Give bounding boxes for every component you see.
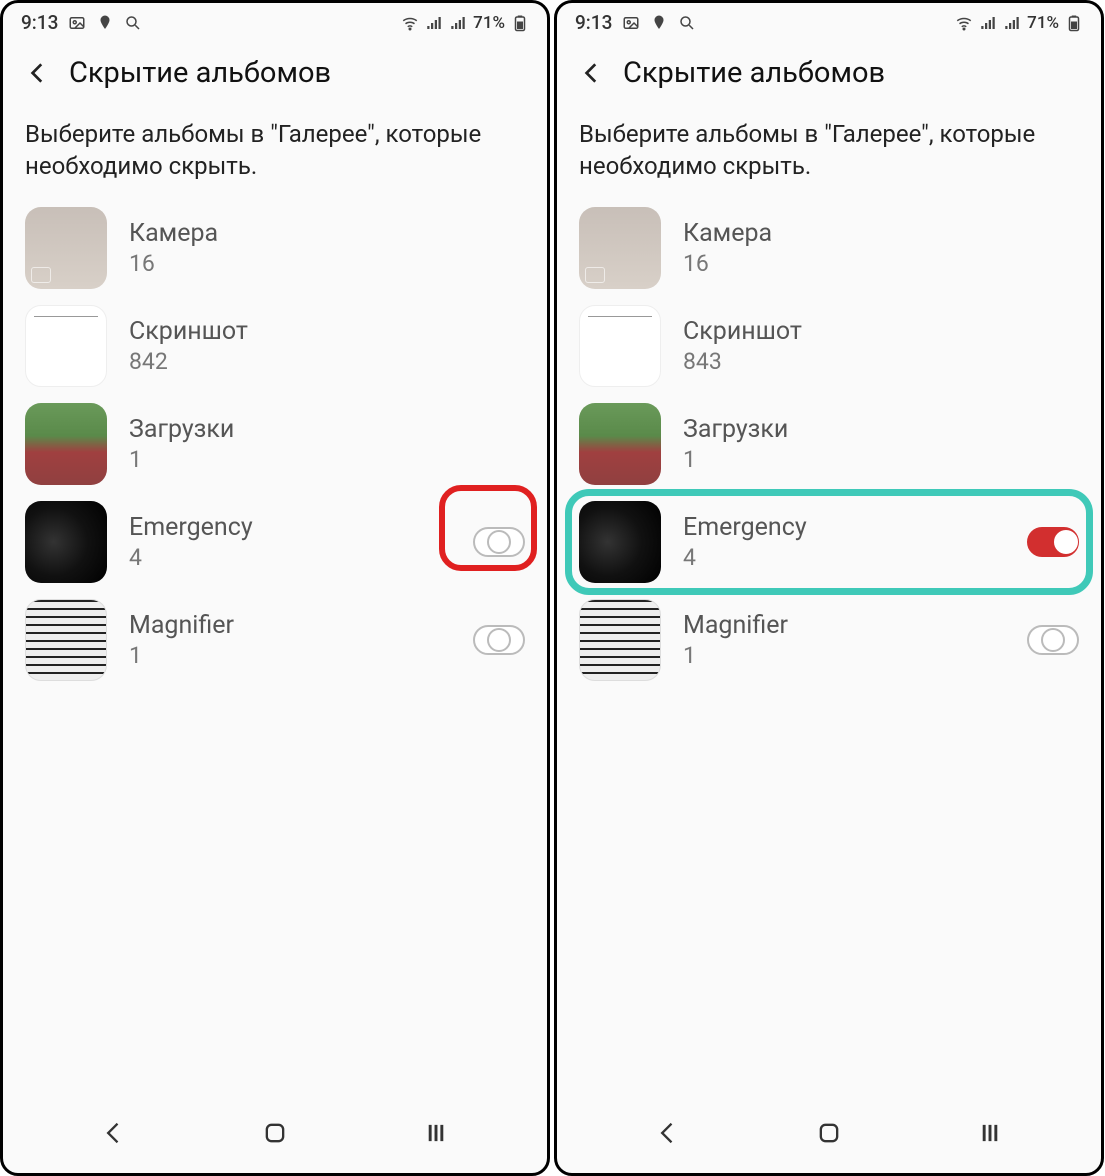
nav-recent-button[interactable]: [416, 1113, 456, 1153]
search-icon: [678, 14, 696, 32]
album-name: Скриншот: [129, 317, 525, 346]
album-count: 16: [129, 250, 525, 277]
album-count: 1: [683, 446, 1079, 473]
status-time: 9:13: [575, 11, 612, 34]
phone-screen-right: 9:13 71%: [554, 0, 1104, 1176]
nav-bar: [3, 1097, 547, 1173]
album-info: Скриншот843: [683, 317, 1079, 375]
album-count: 4: [683, 544, 1005, 571]
album-thumbnail: [25, 403, 107, 485]
battery-icon: [511, 14, 529, 32]
album-name: Загрузки: [683, 415, 1079, 444]
toggle-knob: [1054, 530, 1078, 554]
hide-toggle[interactable]: [1027, 527, 1079, 557]
page-subtitle: Выберите альбомы в "Галерее", которые не…: [3, 100, 547, 193]
album-count: 843: [683, 348, 1079, 375]
album-name: Emergency: [129, 513, 451, 542]
status-bar: 9:13 71%: [557, 3, 1101, 38]
album-thumbnail: [25, 599, 107, 681]
wifi-icon: [401, 14, 419, 32]
weather-icon: [96, 14, 114, 32]
nav-home-button[interactable]: [809, 1113, 849, 1153]
battery-icon: [1065, 14, 1083, 32]
album-thumbnail: [579, 403, 661, 485]
album-row[interactable]: Камера16: [557, 199, 1101, 297]
battery-percent: 71%: [473, 13, 505, 33]
album-row[interactable]: Камера16: [3, 199, 547, 297]
picture-icon: [622, 14, 640, 32]
battery-percent: 71%: [1027, 13, 1059, 33]
nav-back-button[interactable]: [94, 1113, 134, 1153]
weather-icon: [650, 14, 668, 32]
nav-back-button[interactable]: [648, 1113, 688, 1153]
album-row[interactable]: Magnifier1: [557, 591, 1101, 689]
album-info: Камера16: [129, 219, 525, 277]
album-row[interactable]: Emergency4: [557, 493, 1101, 591]
back-button[interactable]: [25, 60, 51, 86]
album-thumbnail: [579, 207, 661, 289]
album-thumbnail: [25, 305, 107, 387]
album-name: Камера: [683, 219, 1079, 248]
phone-screen-left: 9:13 71%: [0, 0, 550, 1176]
toggle-knob: [487, 530, 511, 554]
album-name: Камера: [129, 219, 525, 248]
album-row[interactable]: Скриншот842: [3, 297, 547, 395]
album-info: Скриншот842: [129, 317, 525, 375]
album-name: Скриншот: [683, 317, 1079, 346]
album-thumbnail: [579, 501, 661, 583]
album-info: Emergency4: [683, 513, 1005, 571]
album-thumbnail: [25, 501, 107, 583]
album-info: Камера16: [683, 219, 1079, 277]
album-list: Камера16Скриншот843Загрузки1Emergency4Ma…: [557, 193, 1101, 1097]
page-header: Скрытие альбомов: [557, 38, 1101, 100]
signal-icon-2: [449, 14, 467, 32]
album-info: Загрузки1: [683, 415, 1079, 473]
hide-toggle[interactable]: [1027, 625, 1079, 655]
album-name: Magnifier: [683, 611, 1005, 640]
search-icon: [124, 14, 142, 32]
album-count: 1: [129, 446, 525, 473]
album-row[interactable]: Magnifier1: [3, 591, 547, 689]
album-name: Emergency: [683, 513, 1005, 542]
signal-icon: [425, 14, 443, 32]
album-count: 16: [683, 250, 1079, 277]
back-button[interactable]: [579, 60, 605, 86]
wifi-icon: [955, 14, 973, 32]
album-thumbnail: [579, 305, 661, 387]
nav-bar: [557, 1097, 1101, 1173]
album-row[interactable]: Загрузки1: [557, 395, 1101, 493]
album-count: 1: [683, 642, 1005, 669]
page-subtitle: Выберите альбомы в "Галерее", которые не…: [557, 100, 1101, 193]
picture-icon: [68, 14, 86, 32]
album-thumbnail: [25, 207, 107, 289]
signal-icon: [979, 14, 997, 32]
page-title: Скрытие альбомов: [623, 56, 885, 90]
album-count: 1: [129, 642, 451, 669]
album-row[interactable]: Скриншот843: [557, 297, 1101, 395]
hide-toggle[interactable]: [473, 527, 525, 557]
album-row[interactable]: Emergency4: [3, 493, 547, 591]
status-time: 9:13: [21, 11, 58, 34]
album-name: Загрузки: [129, 415, 525, 444]
toggle-knob: [487, 628, 511, 652]
album-count: 842: [129, 348, 525, 375]
album-info: Magnifier1: [683, 611, 1005, 669]
album-info: Emergency4: [129, 513, 451, 571]
album-name: Magnifier: [129, 611, 451, 640]
album-row[interactable]: Загрузки1: [3, 395, 547, 493]
page-header: Скрытие альбомов: [3, 38, 547, 100]
page-title: Скрытие альбомов: [69, 56, 331, 90]
album-info: Загрузки1: [129, 415, 525, 473]
toggle-knob: [1041, 628, 1065, 652]
album-count: 4: [129, 544, 451, 571]
nav-recent-button[interactable]: [970, 1113, 1010, 1153]
signal-icon-2: [1003, 14, 1021, 32]
hide-toggle[interactable]: [473, 625, 525, 655]
album-info: Magnifier1: [129, 611, 451, 669]
album-thumbnail: [579, 599, 661, 681]
nav-home-button[interactable]: [255, 1113, 295, 1153]
status-bar: 9:13 71%: [3, 3, 547, 38]
album-list: Камера16Скриншот842Загрузки1Emergency4Ma…: [3, 193, 547, 1097]
